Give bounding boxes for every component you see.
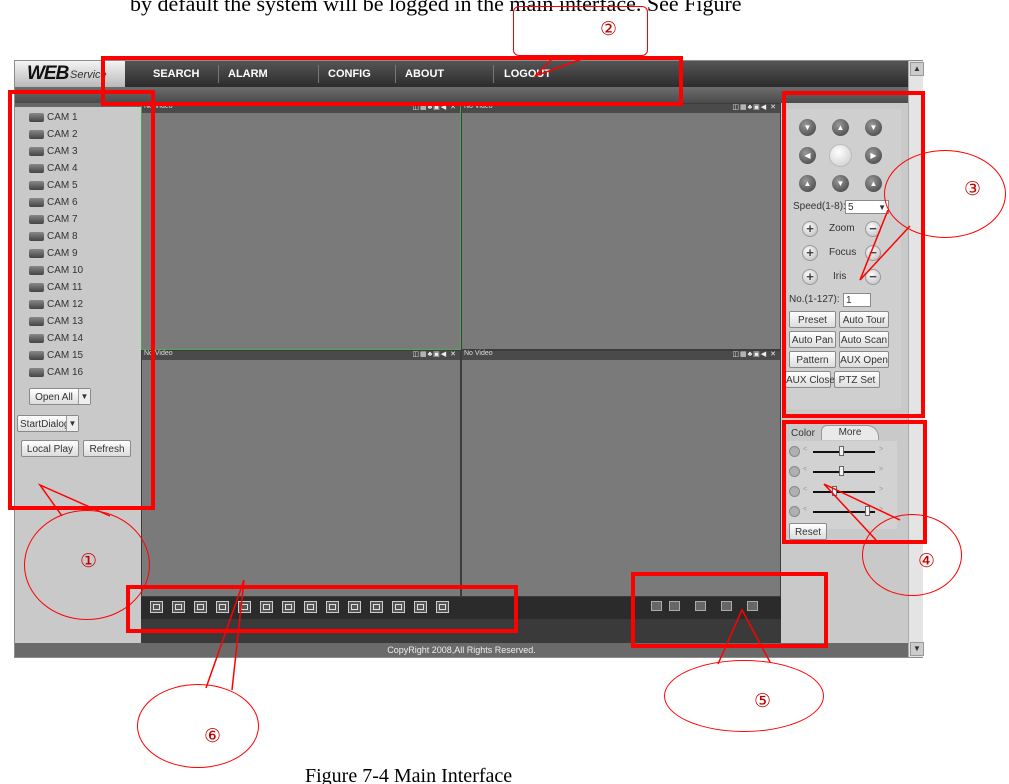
annotation-box-1 (8, 90, 155, 510)
callout-bubble-5 (664, 660, 824, 732)
scroll-up-icon[interactable]: ▲ (910, 62, 924, 76)
annotation-number-6: ⑥ (204, 725, 222, 747)
pane-header: No Video ◫▦♣▣◀ ✕ (142, 350, 460, 360)
annotation-box-5 (631, 572, 828, 648)
annotation-number-5: ⑤ (754, 690, 772, 712)
callout-bubble-2 (513, 6, 648, 56)
pane-toolbar[interactable]: ◫▦♣▣◀ ✕ (412, 350, 457, 358)
video-grid: No Video ◫▦♣▣◀ ✕ No Video ◫▦♣▣◀ ✕ No Vid… (141, 103, 781, 597)
video-pane[interactable]: No Video ◫▦♣▣◀ ✕ (141, 350, 461, 597)
video-pane[interactable]: No Video ◫▦♣▣◀ ✕ (141, 103, 461, 350)
annotation-box-2 (101, 56, 683, 106)
pane-toolbar[interactable]: ◫▦♣▣◀ ✕ (732, 103, 777, 111)
callout-bubble-3 (884, 150, 1006, 238)
document-top-text: by default the system will be logged in … (130, 0, 742, 16)
annotation-box-3 (782, 91, 925, 418)
figure-caption: Figure 7-4 Main Interface (305, 765, 513, 784)
video-pane[interactable]: No Video ◫▦♣▣◀ ✕ (461, 103, 781, 350)
annotation-number-4: ④ (918, 550, 936, 572)
video-pane[interactable]: No Video ◫▦♣▣◀ ✕ (461, 350, 781, 597)
annotation-number-1: ① (80, 550, 98, 572)
pane-header: No Video ◫▦♣▣◀ ✕ (462, 350, 780, 360)
annotation-number-3: ③ (964, 178, 982, 200)
scroll-down-icon[interactable]: ▼ (910, 642, 924, 656)
pane-toolbar[interactable]: ◫▦♣▣◀ ✕ (732, 350, 777, 358)
annotation-box-6 (126, 585, 518, 633)
annotation-number-2: ② (600, 18, 618, 40)
callout-bubble-4 (862, 514, 962, 596)
